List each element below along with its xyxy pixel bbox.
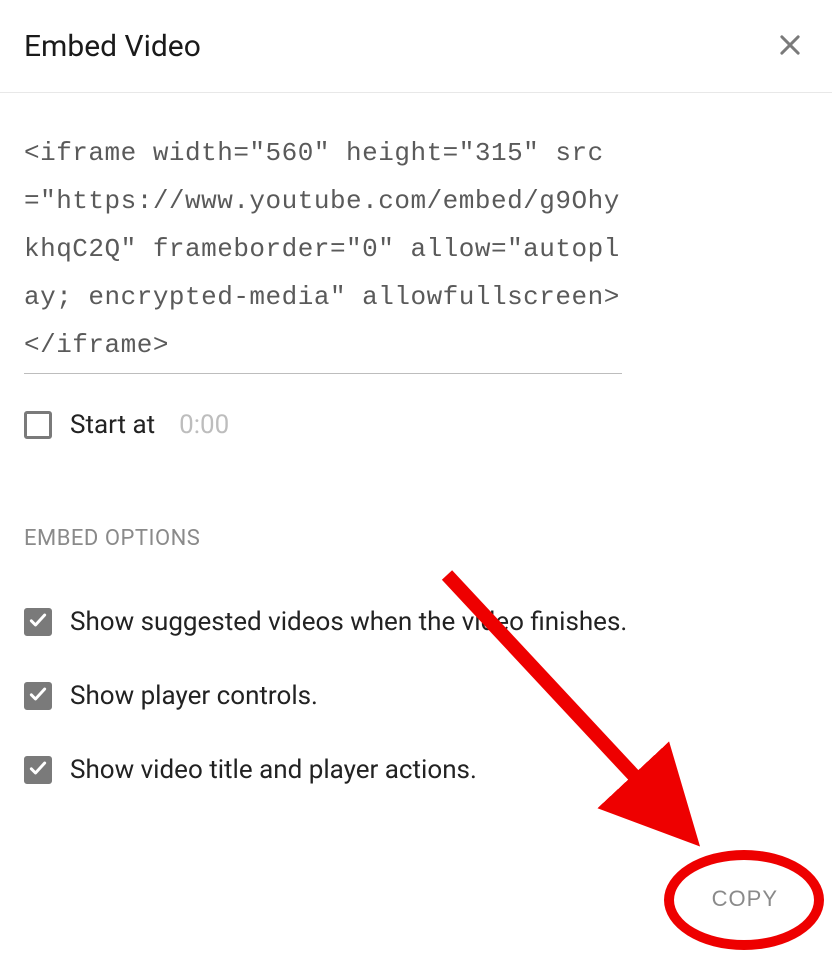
start-at-time[interactable]: 0:00 bbox=[179, 410, 229, 440]
copy-button[interactable]: COPY bbox=[698, 876, 792, 922]
check-icon bbox=[28, 684, 48, 708]
scroll-fade bbox=[0, 804, 832, 844]
start-at-label: Start at bbox=[70, 410, 155, 440]
start-at-checkbox[interactable] bbox=[24, 411, 52, 439]
option-title-label: Show video title and player actions. bbox=[70, 755, 477, 785]
option-suggested-checkbox[interactable] bbox=[24, 608, 52, 636]
dialog-title: Embed Video bbox=[24, 29, 201, 64]
check-icon bbox=[28, 758, 48, 782]
close-icon bbox=[776, 31, 804, 62]
option-controls-label: Show player controls. bbox=[70, 681, 318, 711]
option-suggested-label: Show suggested videos when the video fin… bbox=[70, 607, 627, 637]
option-title-checkbox[interactable] bbox=[24, 756, 52, 784]
embed-options-title: EMBED OPTIONS bbox=[24, 526, 808, 551]
close-button[interactable] bbox=[772, 28, 808, 64]
check-icon bbox=[28, 610, 48, 634]
option-controls-checkbox[interactable] bbox=[24, 682, 52, 710]
embed-code-text[interactable]: <iframe width="560" height="315" src="ht… bbox=[24, 129, 622, 374]
